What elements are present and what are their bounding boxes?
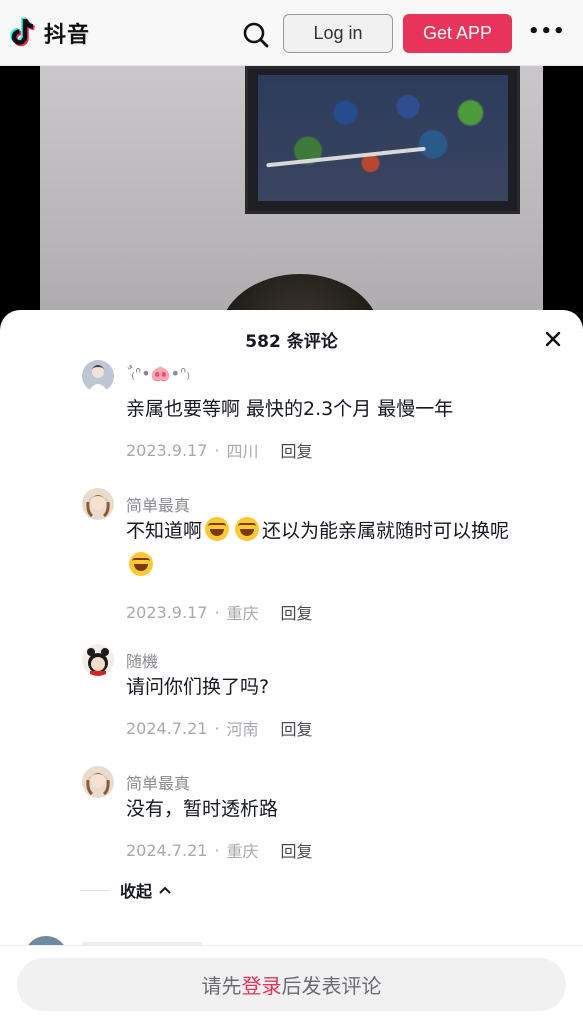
comments-panel: 582 条评论 ٌ ₍ᐢ•🐽•ᐢ₎ 亲属也要等啊 最快的2.3个月 最慢一年 2…	[0, 310, 583, 1024]
video-frame	[40, 66, 543, 346]
close-icon[interactable]	[542, 328, 564, 350]
comments-count-title: 582 条评论	[245, 332, 338, 352]
comment-meta: 2024.7.21 · 河南 回复	[126, 716, 313, 740]
comment-input[interactable]: 请先 登录 后发表评论	[17, 958, 566, 1011]
search-icon[interactable]	[240, 19, 272, 51]
comment-date: 2023.9.17	[126, 602, 208, 622]
video-player[interactable]	[0, 66, 583, 346]
comment-date: 2024.7.21	[126, 718, 208, 738]
user-avatar[interactable]	[82, 644, 114, 676]
laughing-emoji-icon	[129, 552, 153, 576]
divider	[80, 889, 110, 891]
comment-location: 河南	[226, 720, 259, 739]
comment-meta: 2024.7.21 · 重庆 回复	[126, 838, 313, 862]
meta-separator: ·	[214, 718, 220, 738]
chevron-up-icon	[159, 886, 171, 894]
comment-location: 重庆	[226, 842, 259, 861]
comment-location: 重庆	[226, 604, 259, 623]
douyin-logo-icon	[10, 16, 35, 47]
comment-text: 请问你们换了吗?	[126, 676, 270, 698]
get-app-button[interactable]: Get APP	[403, 14, 512, 53]
login-button[interactable]: Log in	[283, 14, 393, 53]
comment-username[interactable]: 简单最真	[126, 770, 190, 794]
composer-suffix: 后发表评论	[281, 974, 382, 998]
comment-text: 没有，暂时透析路	[126, 798, 279, 820]
comment-meta: 2023.9.17 · 四川 回复	[126, 438, 313, 462]
more-options-icon[interactable]: •••	[528, 22, 565, 46]
comment-item: 随機 请问你们换了吗? 2024.7.21 · 河南 回复	[82, 644, 562, 744]
top-nav-bar: 抖音 Log in Get APP •••	[0, 0, 583, 66]
collapse-label: 收起	[120, 882, 153, 901]
reply-button[interactable]: 回复	[281, 838, 313, 862]
meta-separator: ·	[214, 602, 220, 622]
comment-username[interactable]: ٌ ₍ᐢ•🐽•ᐢ₎	[126, 364, 190, 383]
user-avatar[interactable]	[82, 360, 114, 392]
comment-item: 简单最真 不知道啊 还以为能亲属就随时可以换呢 2023.9.17 · 重庆 回复	[82, 488, 562, 623]
collapse-replies-button[interactable]: 收起	[80, 878, 172, 902]
user-avatar[interactable]	[82, 766, 114, 798]
laughing-emoji-icon	[235, 517, 260, 541]
meta-separator: ·	[214, 440, 220, 460]
login-link[interactable]: 登录	[242, 970, 282, 999]
user-avatar[interactable]	[82, 488, 114, 520]
comment-username[interactable]: 随機	[126, 648, 158, 672]
comment-location: 四川	[226, 442, 259, 461]
reply-button[interactable]: 回复	[281, 438, 313, 462]
laughing-emoji-icon	[205, 517, 230, 541]
comment-text: 亲属也要等啊 最快的2.3个月 最慢一年	[126, 398, 454, 420]
comment-composer: 请先 登录 后发表评论	[0, 945, 583, 1024]
comment-text-part: 还以为能亲属就随时可以换呢	[262, 520, 510, 542]
composer-prefix: 请先	[201, 974, 242, 998]
app-name: 抖音	[44, 23, 91, 48]
wall-painting	[245, 66, 520, 214]
meta-separator: ·	[214, 840, 220, 860]
comment-username[interactable]: 简单最真	[126, 492, 190, 516]
comment-item: ٌ ₍ᐢ•🐽•ᐢ₎ 亲属也要等啊 最快的2.3个月 最慢一年 2023.9.17…	[82, 360, 562, 470]
comment-meta: 2023.9.17 · 重庆 回复	[126, 600, 313, 624]
comment-text: 不知道啊 还以为能亲属就随时可以换呢	[126, 514, 566, 584]
comment-text-part: 不知道啊	[126, 520, 203, 542]
comment-date: 2023.9.17	[126, 440, 208, 460]
reply-button[interactable]: 回复	[281, 716, 313, 740]
douyin-logo[interactable]: 抖音	[8, 16, 90, 50]
comment-date: 2024.7.21	[126, 840, 208, 860]
comment-item: 简单最真 没有，暂时透析路 2024.7.21 · 重庆 回复	[82, 766, 562, 866]
reply-button[interactable]: 回复	[281, 600, 313, 624]
